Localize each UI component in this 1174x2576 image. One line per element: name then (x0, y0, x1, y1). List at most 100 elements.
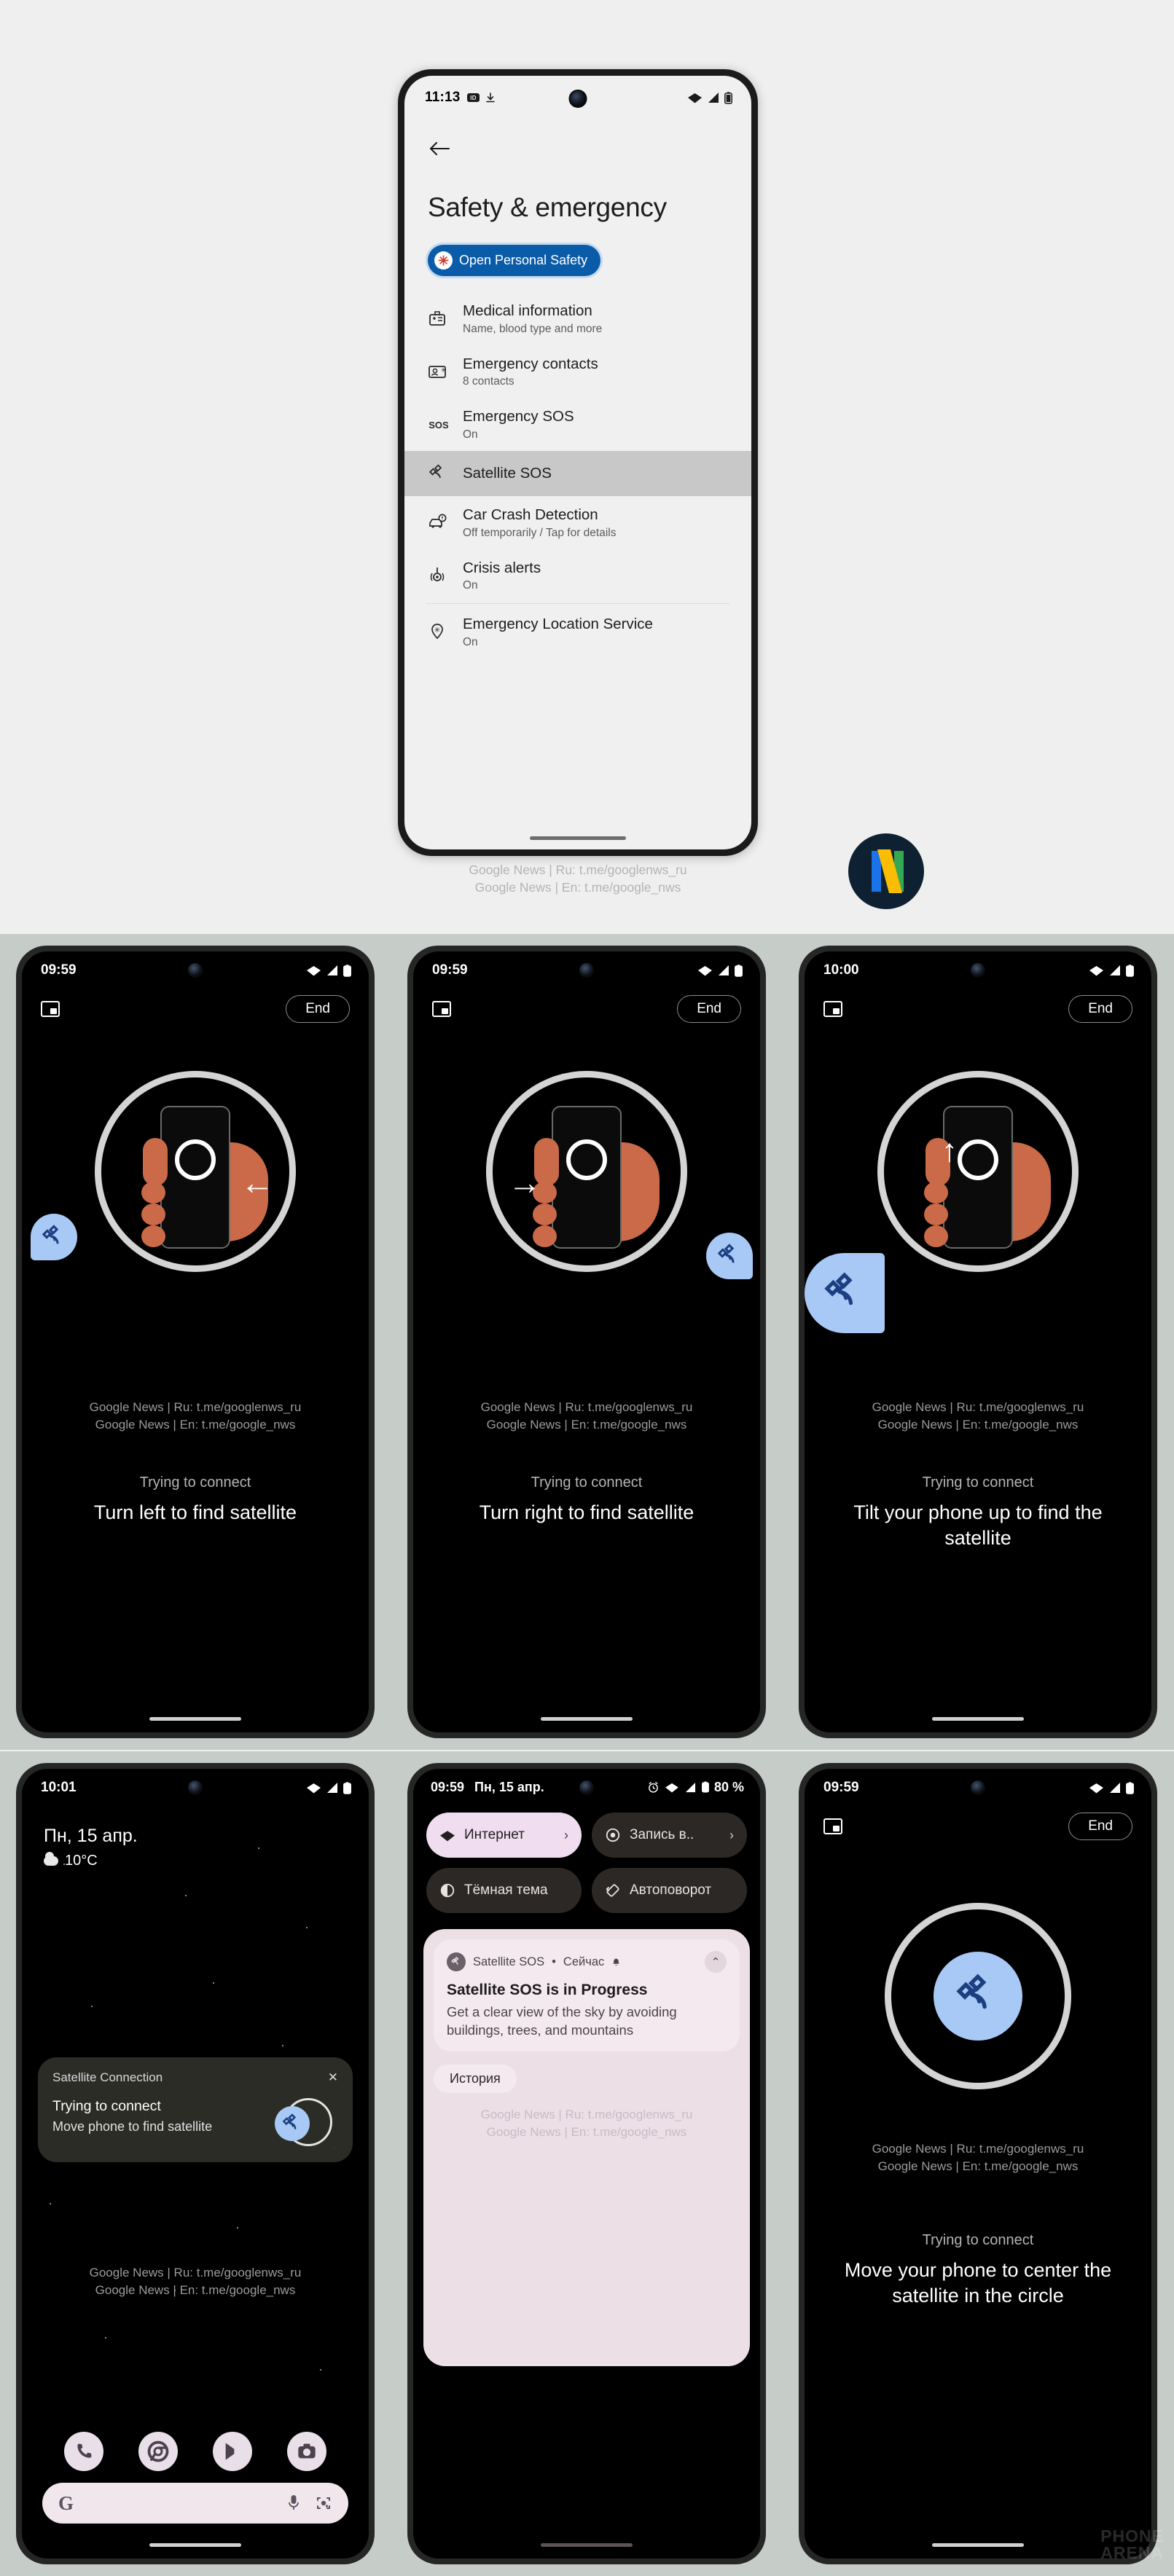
camera-icon[interactable] (287, 2432, 326, 2471)
phone-turn-left: 09:59 End ← Google News | Ru: t.me/googl… (16, 946, 375, 1738)
status-bar: 10:01 (22, 1769, 369, 1807)
phonearena-watermark: PHONE ARENA (1100, 2528, 1164, 2561)
svg-text:✳: ✳ (441, 366, 447, 374)
qs-tile-dark-theme[interactable]: Тёмная тема (426, 1868, 582, 1913)
finger-shape (141, 1225, 165, 1247)
cell-lockscreen: 10:01 Пн, 15 апр. 10°C Satellite Connect… (0, 1751, 391, 2576)
setting-row-emergency-contacts[interactable]: ✳ Emergency contacts 8 contacts (404, 345, 751, 398)
phone-screen: 09:59 End (805, 1769, 1151, 2559)
navigation-pill[interactable] (932, 1717, 1024, 1721)
end-button[interactable]: End (1068, 1813, 1132, 1840)
signal-icon (719, 965, 729, 975)
finger-shape (141, 1203, 165, 1225)
status-right (1089, 1781, 1134, 1794)
status-subtitle: Trying to connect (531, 1474, 643, 1491)
qs-tile-screen-record[interactable]: Запись в.. › (592, 1813, 747, 1858)
middle-phone-row: 09:59 End ← Google News | Ru: t.me/googl… (0, 934, 1174, 1750)
setting-text: Emergency SOS On (458, 407, 574, 441)
auto-rotate-icon (606, 1884, 619, 1897)
quick-settings-tiles: Интернет › Запись в.. › Тёмная тема Авто… (413, 1805, 760, 1913)
phone-icon[interactable] (64, 2432, 103, 2471)
phone-turn-right: 09:59 End → Google News | Ru: t.me/googl… (407, 946, 766, 1738)
setting-title: Emergency Location Service (463, 616, 653, 633)
watermark-line2: Google News | En: t.me/google_nws (486, 2124, 687, 2139)
alarm-icon (649, 1781, 658, 1793)
end-button[interactable]: End (677, 995, 741, 1023)
navigation-pill[interactable] (149, 2543, 241, 2547)
satellite-bubble (934, 1952, 1022, 2041)
cell-quick-settings: 09:59 Пн, 15 апр. 80 % Интернет › Запись… (391, 1751, 783, 2576)
watermark-overlay: Google News | Ru: t.me/googlenws_ru Goog… (805, 1399, 1151, 1434)
setting-text: Emergency Location Service On (458, 615, 653, 649)
status-time: 09:59 (432, 962, 468, 978)
status-instruction: Turn right to find satellite (479, 1501, 694, 1523)
setting-row-crisis-alerts[interactable]: Crisis alerts On (404, 549, 751, 602)
wifi-icon (440, 1830, 455, 1841)
finger-shape (141, 1182, 165, 1203)
chevron-right-icon[interactable]: › (564, 1828, 568, 1843)
watermark-line1: Google News | Ru: t.me/googlenws_ru (89, 2266, 302, 2279)
watermark-overlay: Google News | Ru: t.me/googlenws_ru Goog… (22, 2264, 369, 2299)
list-divider (426, 603, 729, 605)
setting-row-emergency-sos[interactable]: SOS Emergency SOS On (404, 398, 751, 451)
cell-tilt-up: 10:00 End ↑ Google News | Ru: t.me/googl… (783, 934, 1174, 1750)
picture-in-picture-icon[interactable] (41, 1001, 60, 1017)
direction-arrow-icon: ↑ (942, 1133, 958, 1169)
front-camera-icon (969, 962, 987, 979)
watermark-line2: Google News | En: t.me/google_nws (877, 2159, 1079, 2173)
app-top-bar: End (22, 989, 369, 1023)
open-personal-safety-button[interactable]: ✳ Open Personal Safety (428, 245, 601, 276)
notification-title: Satellite SOS is in Progress (447, 1982, 648, 1998)
signal-icon (708, 93, 719, 103)
qs-tile-internet[interactable]: Интернет › (426, 1813, 582, 1858)
navigation-pill[interactable] (541, 2543, 633, 2547)
chevron-up-icon[interactable]: ⌃ (705, 1951, 727, 1973)
satellite-guidance-illustration: ↑ (805, 1071, 1151, 1384)
status-right (306, 964, 351, 977)
setting-row-car-crash-detection[interactable]: Car Crash Detection Off temporarily / Ta… (404, 496, 751, 549)
close-icon[interactable]: ✕ (328, 2070, 338, 2085)
setting-subtitle: Off temporarily / Tap for details (463, 526, 617, 539)
setting-subtitle: On (463, 579, 478, 592)
notification-satellite-connection[interactable]: Satellite Connection ✕ Trying to connect… (38, 2057, 353, 2162)
back-button[interactable] (426, 136, 453, 162)
notification-satellite-sos[interactable]: Satellite SOS • Сейчас ⌃ Satellite SOS i… (434, 1939, 740, 2051)
medical-id-icon (428, 309, 458, 328)
navigation-pill[interactable] (541, 1717, 633, 1721)
picture-in-picture-icon[interactable] (823, 1818, 842, 1834)
navigation-pill[interactable] (530, 836, 626, 840)
navigation-pill[interactable] (149, 1717, 241, 1721)
chevron-right-icon[interactable]: › (729, 1828, 734, 1843)
picture-in-picture-icon[interactable] (432, 1001, 451, 1017)
watermark-brand-line1: PHONE (1100, 2526, 1164, 2545)
battery-icon (343, 1781, 351, 1794)
app-dock (22, 2432, 369, 2471)
bell-icon (613, 1958, 620, 1966)
navigation-pill[interactable] (932, 2543, 1024, 2547)
qs-tile-auto-rotate[interactable]: Автоповорот (592, 1868, 747, 1913)
picture-in-picture-icon[interactable] (823, 1001, 842, 1017)
status-left: 11:13 ID (425, 90, 495, 106)
microphone-icon[interactable] (287, 2494, 300, 2513)
finger-shape (924, 1182, 948, 1203)
google-lens-icon[interactable] (315, 2494, 332, 2512)
search-input[interactable]: G (42, 2483, 348, 2524)
qs-tile-label: Интернет (464, 1827, 525, 1842)
phone-lockscreen: 10:01 Пн, 15 апр. 10°C Satellite Connect… (16, 1763, 375, 2564)
history-button[interactable]: История (434, 2064, 517, 2093)
watermark-line1: Google News | Ru: t.me/googlenws_ru (872, 2142, 1084, 2156)
setting-row-emergency-location-service[interactable]: ✳ Emergency Location Service On (404, 605, 751, 659)
chrome-icon[interactable] (138, 2432, 178, 2471)
phone-illustration (160, 1106, 230, 1249)
hd-icon: ID (466, 93, 480, 102)
end-button[interactable]: End (1068, 995, 1132, 1023)
watermark-overlay: Google News | Ru: t.me/googlenws_ru Goog… (22, 1399, 369, 1434)
setting-title: Car Crash Detection (463, 506, 598, 523)
end-button[interactable]: End (286, 995, 350, 1023)
status-instruction: Turn left to find satellite (93, 1501, 297, 1523)
setting-row-medical-information[interactable]: Medical information Name, blood type and… (404, 292, 751, 345)
setting-title: Medical information (463, 302, 592, 319)
setting-row-satellite-sos[interactable]: Satellite SOS (404, 450, 751, 496)
watermark-overlay: Google News | Ru: t.me/googlenws_ru Goog… (434, 2106, 740, 2141)
play-store-icon[interactable] (213, 2432, 252, 2471)
